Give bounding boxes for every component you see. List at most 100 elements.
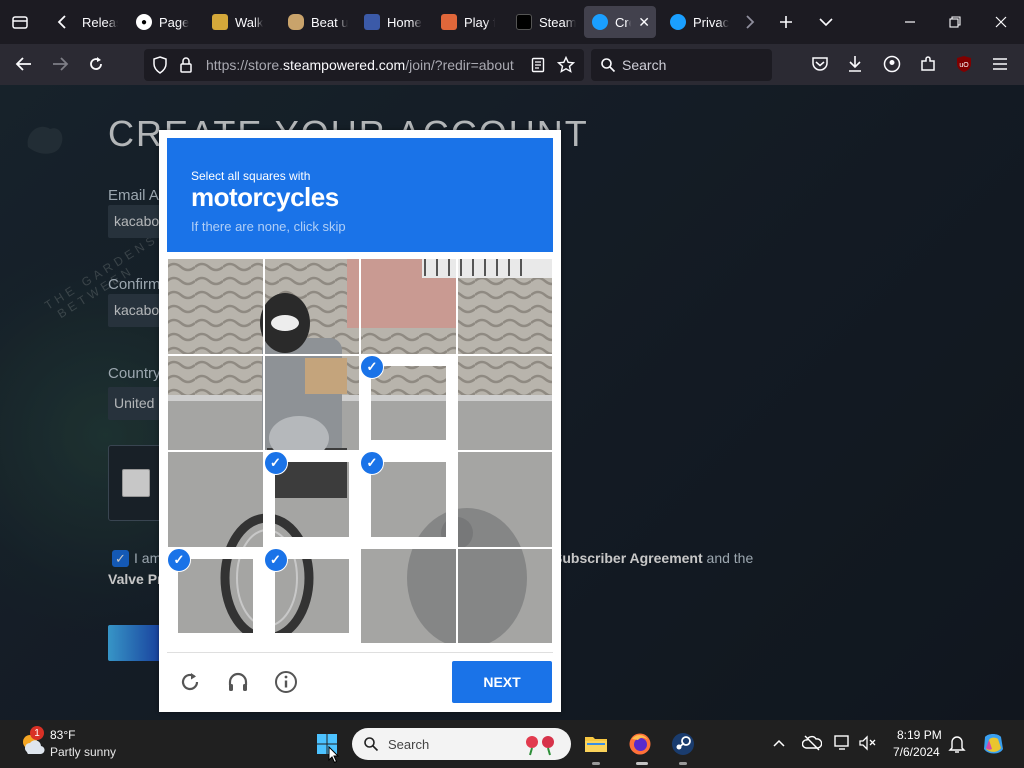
captcha-instruction: Select all squares with	[191, 169, 311, 183]
tile-selected-check-icon: ✓	[360, 451, 384, 475]
captcha-grid: ✓ ✓ ✓ ✓ ✓	[167, 258, 553, 644]
steam-logo-icon	[670, 14, 686, 30]
tab-privacy[interactable]: Privac	[662, 6, 730, 38]
copilot-icon[interactable]	[980, 731, 1006, 757]
captcha-tile[interactable]	[168, 355, 263, 450]
svg-text:uO: uO	[959, 62, 969, 69]
roses-highlight-icon	[526, 736, 554, 756]
forward-icon[interactable]	[48, 52, 72, 76]
search-placeholder: Search	[622, 57, 667, 73]
close-window-icon[interactable]	[989, 10, 1013, 34]
tile-selected-check-icon: ✓	[263, 547, 288, 572]
app-running-indicator	[679, 762, 687, 765]
tab-strip: Release ● Page Walk Beat u Home Play f S…	[0, 0, 1024, 44]
captcha-tile[interactable]	[178, 558, 253, 633]
taskbar-search[interactable]: Search	[352, 728, 571, 760]
tab-walk[interactable]: Walk	[204, 6, 270, 38]
volume-muted-icon[interactable]	[858, 734, 878, 752]
tab-create-account[interactable]: Cre ✕	[584, 6, 656, 38]
url-path: /join/?redir=about	[405, 57, 514, 73]
onedrive-icon[interactable]	[802, 734, 822, 752]
back-icon[interactable]	[12, 52, 36, 76]
tab-label: Page	[159, 14, 190, 30]
captcha-tile[interactable]	[457, 548, 552, 643]
captcha-tile[interactable]	[168, 452, 263, 547]
tab-play[interactable]: Play f	[433, 6, 495, 38]
captcha-divider	[167, 652, 553, 653]
captcha-tile[interactable]	[361, 259, 456, 354]
firefox-view-icon[interactable]	[8, 10, 32, 34]
captcha-tile[interactable]	[457, 452, 552, 547]
captcha-header: Select all squares with motorcycles If t…	[167, 138, 553, 252]
captcha-tile[interactable]	[361, 548, 456, 643]
tab-scroll-right-icon[interactable]	[738, 10, 762, 34]
ublock-origin-icon[interactable]: uO	[952, 52, 976, 76]
github-icon: ●	[136, 14, 152, 30]
restore-icon[interactable]	[943, 10, 967, 34]
info-icon[interactable]	[273, 669, 299, 695]
tab-label: Privac	[693, 14, 730, 30]
reader-view-icon[interactable]	[526, 53, 550, 77]
taskbar-search-placeholder: Search	[388, 737, 430, 752]
captcha-tile[interactable]	[274, 558, 349, 633]
steam-favicon-icon	[516, 14, 532, 30]
tile-selected-check-icon: ✓	[167, 547, 191, 572]
account-icon[interactable]	[880, 52, 904, 76]
captcha-tile[interactable]	[457, 355, 552, 450]
captcha-tile[interactable]	[264, 259, 359, 354]
beat-favicon-icon	[288, 14, 304, 30]
reload-icon[interactable]	[84, 52, 108, 76]
next-button[interactable]: NEXT	[452, 661, 552, 703]
downloads-icon[interactable]	[843, 52, 867, 76]
captcha-hint: If there are none, click skip	[191, 219, 346, 234]
new-tab-icon[interactable]	[774, 10, 798, 34]
captcha-tile[interactable]	[457, 259, 552, 354]
captcha-tile[interactable]	[371, 462, 446, 537]
reload-challenge-icon[interactable]	[177, 669, 203, 695]
search-icon	[596, 53, 620, 77]
close-tab-icon[interactable]: ✕	[638, 14, 650, 31]
weather-temperature[interactable]: 83°F	[50, 728, 75, 742]
minimize-icon[interactable]	[898, 10, 922, 34]
firefox-icon[interactable]	[628, 732, 652, 756]
show-hidden-icons-icon[interactable]	[772, 736, 786, 750]
clock-time[interactable]: 8:19 PM	[897, 728, 942, 742]
url-bar[interactable]: https://store.steampowered.com/join/?red…	[144, 49, 584, 81]
list-all-tabs-icon[interactable]	[814, 10, 838, 34]
app-active-indicator	[636, 762, 648, 765]
weather-description[interactable]: Partly sunny	[50, 745, 116, 759]
search-bar[interactable]: Search	[591, 49, 772, 81]
url-prefix: https://store.	[206, 57, 284, 73]
extensions-icon[interactable]	[916, 52, 940, 76]
captcha-target: motorcycles	[191, 182, 339, 212]
home-favicon-icon	[364, 14, 380, 30]
tab-home[interactable]: Home	[356, 6, 424, 38]
captcha-tile[interactable]	[168, 259, 263, 354]
tab-label: Home	[387, 14, 422, 30]
tab-scroll-left-icon[interactable]	[50, 10, 74, 34]
taskbar: 1 83°F Partly sunny Search 8:19 PM 7/6/2…	[0, 720, 1024, 768]
captcha-tile[interactable]	[371, 365, 446, 440]
tab-page[interactable]: ● Page	[128, 6, 190, 38]
tab-label: Steam	[539, 14, 576, 30]
bookmark-star-icon[interactable]	[554, 53, 578, 77]
audio-challenge-icon[interactable]	[225, 669, 251, 695]
shield-icon[interactable]	[148, 53, 172, 77]
captcha-tile[interactable]	[264, 355, 359, 450]
clock-date[interactable]: 7/6/2024	[893, 745, 940, 759]
url-text[interactable]: https://store.steampowered.com/join/?red…	[206, 57, 522, 73]
tab-steam[interactable]: Steam	[508, 6, 576, 38]
mouse-cursor-icon	[328, 746, 340, 764]
tab-beat[interactable]: Beat u	[280, 6, 348, 38]
captcha-tile[interactable]	[274, 462, 349, 537]
walkthrough-favicon-icon	[212, 14, 228, 30]
tab-release[interactable]: Release	[74, 6, 118, 38]
steam-icon[interactable]	[671, 732, 695, 756]
pocket-icon[interactable]	[808, 52, 832, 76]
file-explorer-icon[interactable]	[584, 732, 608, 756]
menu-icon[interactable]	[988, 52, 1012, 76]
tab-label: Release	[82, 14, 118, 30]
notification-bell-icon[interactable]	[948, 734, 966, 754]
lock-icon[interactable]	[174, 53, 198, 77]
network-icon[interactable]	[834, 734, 854, 752]
